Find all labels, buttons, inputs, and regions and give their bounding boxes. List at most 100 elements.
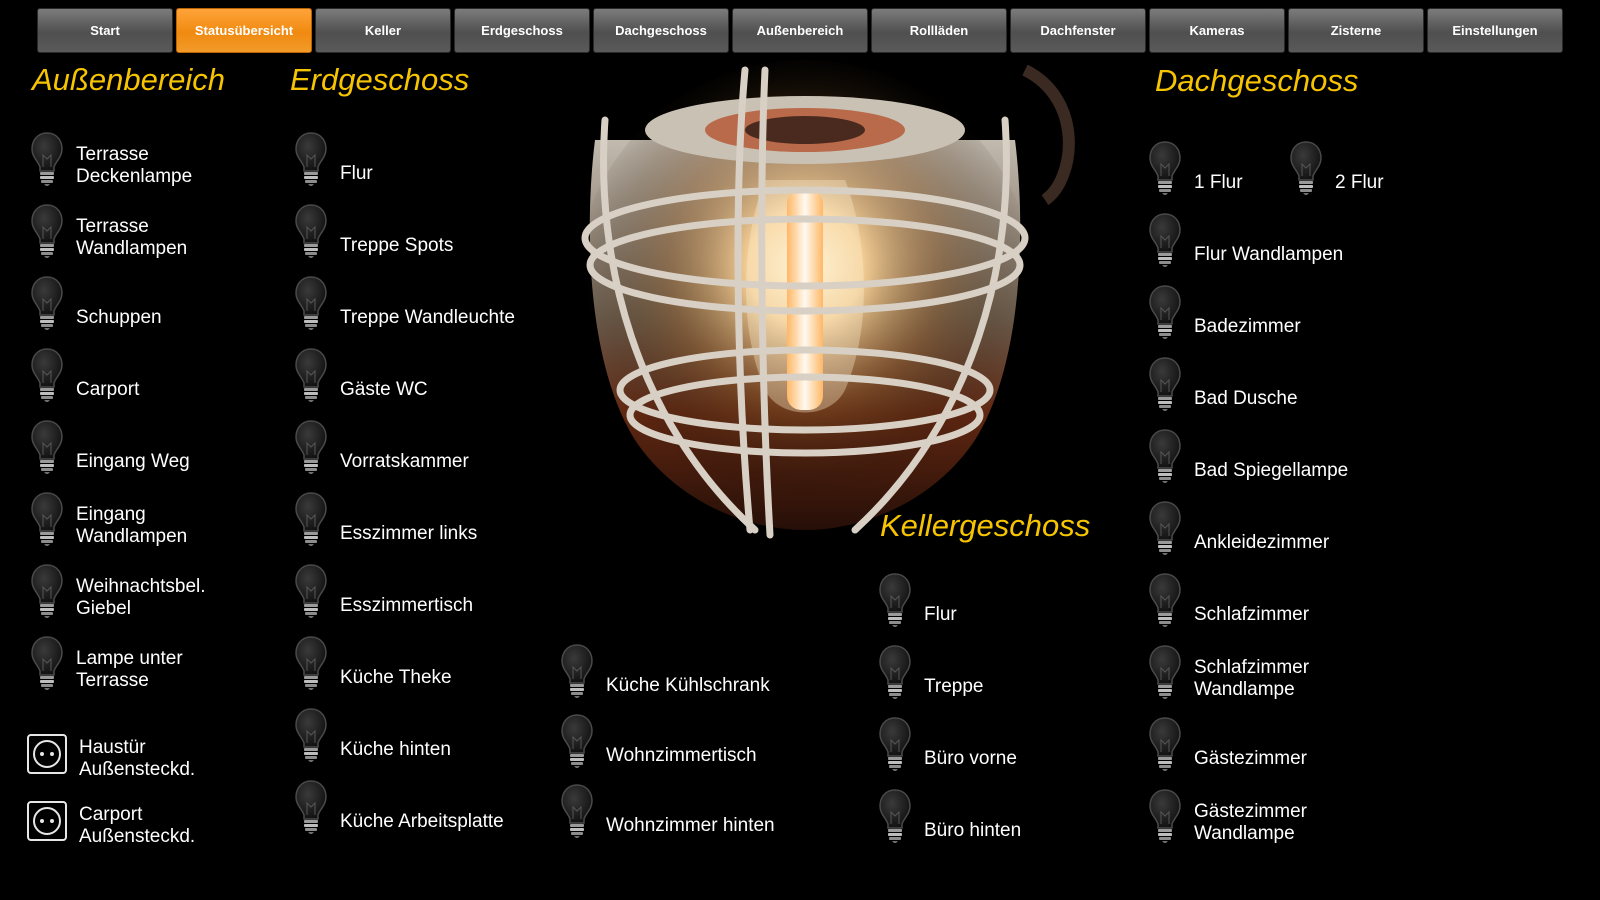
bulb-icon[interactable] — [1289, 140, 1323, 196]
nav-tab-2[interactable]: Keller — [315, 8, 451, 53]
device-erd-extra_items-2[interactable]: Wohnzimmer hinten — [560, 784, 775, 842]
bulb-icon[interactable] — [294, 275, 328, 331]
device-dach-items-1[interactable]: 2 Flur — [1289, 141, 1384, 199]
nav-tab-9[interactable]: Zisterne — [1288, 8, 1424, 53]
device-keller-items-2[interactable]: Büro vorne — [878, 717, 1017, 775]
nav-tab-8[interactable]: Kameras — [1149, 8, 1285, 53]
section-title-erdgeschoss: Erdgeschoss — [290, 62, 470, 97]
device-erd-items-0[interactable]: Flur — [294, 132, 373, 190]
bulb-icon[interactable] — [30, 275, 64, 331]
bulb-icon[interactable] — [294, 563, 328, 619]
device-label: Wohnzimmer hinten — [606, 815, 775, 836]
bulb-icon[interactable] — [560, 783, 594, 839]
device-aussen-items-4[interactable]: Eingang Weg — [30, 420, 190, 478]
device-label: Haustür Außensteckd. — [79, 737, 196, 780]
device-erd-items-2[interactable]: Treppe Wandleuchte — [294, 276, 515, 334]
device-aussen-items-1[interactable]: Terrasse Wandlampen — [30, 204, 187, 262]
device-label: 2 Flur — [1335, 172, 1384, 193]
bulb-icon[interactable] — [30, 491, 64, 547]
device-erd-items-3[interactable]: Gäste WC — [294, 348, 428, 406]
cage-lamp-image — [575, 60, 1075, 539]
bulb-icon[interactable] — [1148, 644, 1182, 700]
device-dach-items-2[interactable]: Flur Wandlampen — [1148, 213, 1343, 271]
device-dach-items-4[interactable]: Bad Dusche — [1148, 357, 1298, 415]
socket-icon[interactable] — [26, 800, 68, 842]
device-label: Büro vorne — [924, 748, 1017, 769]
device-aussen-items-6[interactable]: Weihnachtsbel. Giebel — [30, 564, 206, 622]
device-keller-items-1[interactable]: Treppe — [878, 645, 984, 703]
device-dach-items-9[interactable]: Gästezimmer — [1148, 717, 1307, 775]
device-keller-items-0[interactable]: Flur — [878, 573, 957, 631]
bulb-icon[interactable] — [30, 347, 64, 403]
nav-tab-4[interactable]: Dachgeschoss — [593, 8, 729, 53]
nav-tab-1[interactable]: Statusübersicht — [176, 8, 312, 53]
device-aussen-items-7[interactable]: Lampe unter Terrasse — [30, 636, 183, 694]
nav-tab-3[interactable]: Erdgeschoss — [454, 8, 590, 53]
device-aussen-items-3[interactable]: Carport — [30, 348, 139, 406]
bulb-icon[interactable] — [1148, 428, 1182, 484]
nav-tab-6[interactable]: Rollläden — [871, 8, 1007, 53]
bulb-icon[interactable] — [1148, 140, 1182, 196]
bulb-icon[interactable] — [294, 635, 328, 691]
device-dach-items-0[interactable]: 1 Flur — [1148, 141, 1243, 199]
bulb-icon[interactable] — [1148, 212, 1182, 268]
device-erd-items-8[interactable]: Küche hinten — [294, 708, 451, 766]
bulb-icon[interactable] — [878, 572, 912, 628]
bulb-icon[interactable] — [878, 788, 912, 844]
bulb-icon[interactable] — [1148, 356, 1182, 412]
device-erd-items-5[interactable]: Esszimmer links — [294, 492, 477, 550]
bulb-icon[interactable] — [1148, 500, 1182, 556]
device-aussen-items-8[interactable]: Haustür Außensteckd. — [26, 725, 195, 783]
device-aussen-items-0[interactable]: Terrasse Deckenlampe — [30, 132, 192, 190]
bulb-icon[interactable] — [878, 644, 912, 700]
device-erd-items-9[interactable]: Küche Arbeitsplatte — [294, 780, 504, 838]
device-label: Carport Außensteckd. — [79, 804, 196, 847]
bulb-icon[interactable] — [294, 491, 328, 547]
bulb-icon[interactable] — [1148, 716, 1182, 772]
device-erd-items-4[interactable]: Vorratskammer — [294, 420, 469, 478]
device-dach-items-5[interactable]: Bad Spiegellampe — [1148, 429, 1348, 487]
bulb-icon[interactable] — [560, 713, 594, 769]
bulb-icon[interactable] — [1148, 572, 1182, 628]
device-erd-items-1[interactable]: Treppe Spots — [294, 204, 453, 262]
bulb-icon[interactable] — [30, 131, 64, 187]
device-dach-items-8[interactable]: Schlafzimmer Wandlampe — [1148, 645, 1309, 703]
device-dach-items-6[interactable]: Ankleidezimmer — [1148, 501, 1329, 559]
bulb-icon[interactable] — [30, 563, 64, 619]
device-erd-extra_items-1[interactable]: Wohnzimmertisch — [560, 714, 757, 772]
bulb-icon[interactable] — [294, 203, 328, 259]
main-navigation: Start Statusübersicht Keller Erdgeschoss Dac… — [37, 8, 1563, 53]
device-erd-items-7[interactable]: Küche Theke — [294, 636, 452, 694]
nav-tab-0[interactable]: Start — [37, 8, 173, 53]
device-aussen-items-2[interactable]: Schuppen — [30, 276, 162, 334]
nav-tab-7[interactable]: Dachfenster — [1010, 8, 1146, 53]
device-keller-items-3[interactable]: Büro hinten — [878, 789, 1021, 847]
bulb-icon[interactable] — [294, 779, 328, 835]
bulb-icon[interactable] — [1148, 788, 1182, 844]
device-aussen-items-5[interactable]: Eingang Wandlampen — [30, 492, 187, 550]
bulb-icon[interactable] — [30, 203, 64, 259]
nav-tab-10[interactable]: Einstellungen — [1427, 8, 1563, 53]
bulb-icon[interactable] — [294, 131, 328, 187]
bulb-icon[interactable] — [294, 419, 328, 475]
bulb-icon[interactable] — [30, 419, 64, 475]
device-dach-items-10[interactable]: Gästezimmer Wandlampe — [1148, 789, 1307, 847]
bulb-icon[interactable] — [294, 707, 328, 763]
device-label: Gästezimmer Wandlampe — [1194, 801, 1307, 844]
bulb-icon[interactable] — [878, 716, 912, 772]
device-dach-items-3[interactable]: Badezimmer — [1148, 285, 1301, 343]
device-erd-extra_items-0[interactable]: Küche Kühlschrank — [560, 644, 770, 702]
device-erd-items-6[interactable]: Esszimmertisch — [294, 564, 473, 622]
nav-tab-5[interactable]: Außenbereich — [732, 8, 868, 53]
device-label: Eingang Wandlampen — [76, 504, 188, 547]
socket-icon[interactable] — [26, 733, 68, 775]
device-aussen-items-9[interactable]: Carport Außensteckd. — [26, 792, 195, 850]
bulb-icon[interactable] — [560, 643, 594, 699]
device-label: Büro hinten — [924, 820, 1022, 841]
bulb-icon[interactable] — [294, 347, 328, 403]
section-title-aussen: Außenbereich — [32, 62, 226, 97]
device-dach-items-7[interactable]: Schlafzimmer — [1148, 573, 1309, 631]
bulb-icon[interactable] — [30, 635, 64, 691]
bulb-icon[interactable] — [1148, 284, 1182, 340]
device-label: Bad Spiegellampe — [1194, 460, 1349, 481]
